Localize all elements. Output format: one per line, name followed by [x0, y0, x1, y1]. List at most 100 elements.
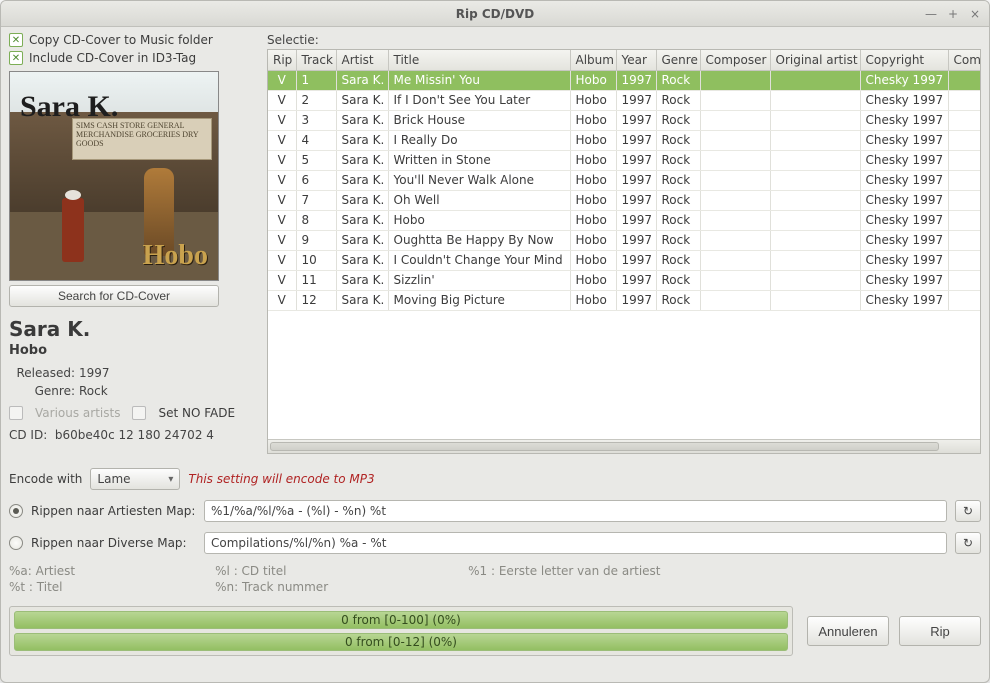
table-cell[interactable]: 1997 — [616, 70, 656, 90]
encoder-select[interactable]: Lame ▾ — [90, 468, 180, 490]
table-cell[interactable]: 1997 — [616, 210, 656, 230]
table-cell[interactable]: Rock — [656, 250, 700, 270]
table-cell[interactable]: Hobo — [570, 290, 616, 310]
table-cell[interactable]: Sara K. — [336, 90, 388, 110]
table-cell[interactable]: Chesky 1997 — [860, 170, 948, 190]
table-cell[interactable]: Sara K. — [336, 230, 388, 250]
table-cell[interactable] — [770, 290, 860, 310]
table-cell[interactable]: 1 — [296, 70, 336, 90]
table-cell[interactable] — [700, 230, 770, 250]
column-header[interactable]: Title — [388, 50, 570, 70]
table-cell[interactable]: V — [268, 270, 296, 290]
table-cell[interactable] — [770, 230, 860, 250]
minimize-icon[interactable]: — — [923, 6, 939, 22]
table-cell[interactable]: Oh Well — [388, 190, 570, 210]
diverse-map-reset-button[interactable]: ↻ — [955, 532, 981, 554]
table-row[interactable]: V10Sara K.I Couldn't Change Your MindHob… — [268, 250, 981, 270]
table-cell[interactable]: 11 — [296, 270, 336, 290]
table-cell[interactable]: V — [268, 70, 296, 90]
table-cell[interactable] — [700, 210, 770, 230]
table-cell[interactable]: V — [268, 190, 296, 210]
table-cell[interactable]: Chesky 1997 — [860, 150, 948, 170]
table-cell[interactable] — [948, 90, 981, 110]
table-cell[interactable] — [948, 250, 981, 270]
table-row[interactable]: V11Sara K.Sizzlin'Hobo1997RockChesky 199… — [268, 270, 981, 290]
table-cell[interactable]: Hobo — [570, 250, 616, 270]
table-cell[interactable] — [948, 70, 981, 90]
table-row[interactable]: V12Sara K.Moving Big PictureHobo1997Rock… — [268, 290, 981, 310]
table-cell[interactable] — [700, 110, 770, 130]
table-cell[interactable]: 2 — [296, 90, 336, 110]
column-header[interactable]: Composer — [700, 50, 770, 70]
table-cell[interactable]: 12 — [296, 290, 336, 310]
table-cell[interactable]: Hobo — [570, 170, 616, 190]
table-cell[interactable] — [770, 110, 860, 130]
table-cell[interactable]: Brick House — [388, 110, 570, 130]
table-cell[interactable] — [948, 150, 981, 170]
table-cell[interactable]: V — [268, 170, 296, 190]
table-cell[interactable]: 1997 — [616, 130, 656, 150]
table-cell[interactable]: Sara K. — [336, 250, 388, 270]
table-cell[interactable] — [700, 170, 770, 190]
table-cell[interactable]: Rock — [656, 130, 700, 150]
artist-map-reset-button[interactable]: ↻ — [955, 500, 981, 522]
maximize-icon[interactable]: + — [945, 6, 961, 22]
column-header[interactable]: Track — [296, 50, 336, 70]
table-cell[interactable] — [700, 90, 770, 110]
table-cell[interactable]: Hobo — [388, 210, 570, 230]
table-row[interactable]: V1Sara K.Me Missin' YouHobo1997RockChesk… — [268, 70, 981, 90]
table-cell[interactable]: I Really Do — [388, 130, 570, 150]
artist-map-input[interactable]: %1/%a/%l/%a - (%l) - %n) %t — [204, 500, 947, 522]
table-cell[interactable]: Sara K. — [336, 130, 388, 150]
table-cell[interactable] — [770, 90, 860, 110]
column-header[interactable]: Copyright — [860, 50, 948, 70]
table-cell[interactable]: 3 — [296, 110, 336, 130]
table-cell[interactable]: Hobo — [570, 130, 616, 150]
table-cell[interactable] — [770, 130, 860, 150]
table-cell[interactable] — [770, 190, 860, 210]
cancel-button[interactable]: Annuleren — [807, 616, 889, 646]
table-cell[interactable]: Rock — [656, 170, 700, 190]
table-cell[interactable]: 8 — [296, 210, 336, 230]
rip-button[interactable]: Rip — [899, 616, 981, 646]
diverse-map-radio[interactable] — [9, 536, 23, 550]
table-cell[interactable]: 1997 — [616, 290, 656, 310]
table-row[interactable]: V9Sara K.Oughtta Be Happy By NowHobo1997… — [268, 230, 981, 250]
table-cell[interactable]: Chesky 1997 — [860, 230, 948, 250]
table-cell[interactable]: V — [268, 130, 296, 150]
table-cell[interactable]: Sizzlin' — [388, 270, 570, 290]
table-cell[interactable]: Written in Stone — [388, 150, 570, 170]
table-cell[interactable] — [700, 250, 770, 270]
copy-cover-checkbox[interactable]: ✕ — [9, 33, 23, 47]
table-cell[interactable] — [948, 190, 981, 210]
table-cell[interactable]: Chesky 1997 — [860, 270, 948, 290]
table-cell[interactable]: Sara K. — [336, 70, 388, 90]
table-cell[interactable] — [770, 210, 860, 230]
various-artists-checkbox[interactable] — [9, 406, 23, 420]
table-cell[interactable]: Chesky 1997 — [860, 250, 948, 270]
table-cell[interactable]: Rock — [656, 190, 700, 210]
table-cell[interactable]: Sara K. — [336, 110, 388, 130]
table-cell[interactable]: Hobo — [570, 270, 616, 290]
include-cover-checkbox[interactable]: ✕ — [9, 51, 23, 65]
table-cell[interactable]: Rock — [656, 230, 700, 250]
table-cell[interactable]: Me Missin' You — [388, 70, 570, 90]
table-cell[interactable]: Sara K. — [336, 270, 388, 290]
artist-map-radio[interactable] — [9, 504, 23, 518]
table-cell[interactable]: Chesky 1997 — [860, 70, 948, 90]
table-cell[interactable]: Chesky 1997 — [860, 190, 948, 210]
table-cell[interactable] — [700, 150, 770, 170]
table-row[interactable]: V8Sara K.HoboHobo1997RockChesky 1997 — [268, 210, 981, 230]
column-header[interactable]: Genre — [656, 50, 700, 70]
table-cell[interactable] — [948, 130, 981, 150]
table-cell[interactable]: Chesky 1997 — [860, 90, 948, 110]
table-cell[interactable]: 1997 — [616, 270, 656, 290]
table-cell[interactable]: 7 — [296, 190, 336, 210]
table-row[interactable]: V3Sara K.Brick HouseHobo1997RockChesky 1… — [268, 110, 981, 130]
table-cell[interactable] — [948, 270, 981, 290]
table-cell[interactable] — [700, 70, 770, 90]
column-header[interactable]: Year — [616, 50, 656, 70]
table-cell[interactable]: V — [268, 90, 296, 110]
table-row[interactable]: V2Sara K.If I Don't See You LaterHobo199… — [268, 90, 981, 110]
table-cell[interactable]: Chesky 1997 — [860, 110, 948, 130]
